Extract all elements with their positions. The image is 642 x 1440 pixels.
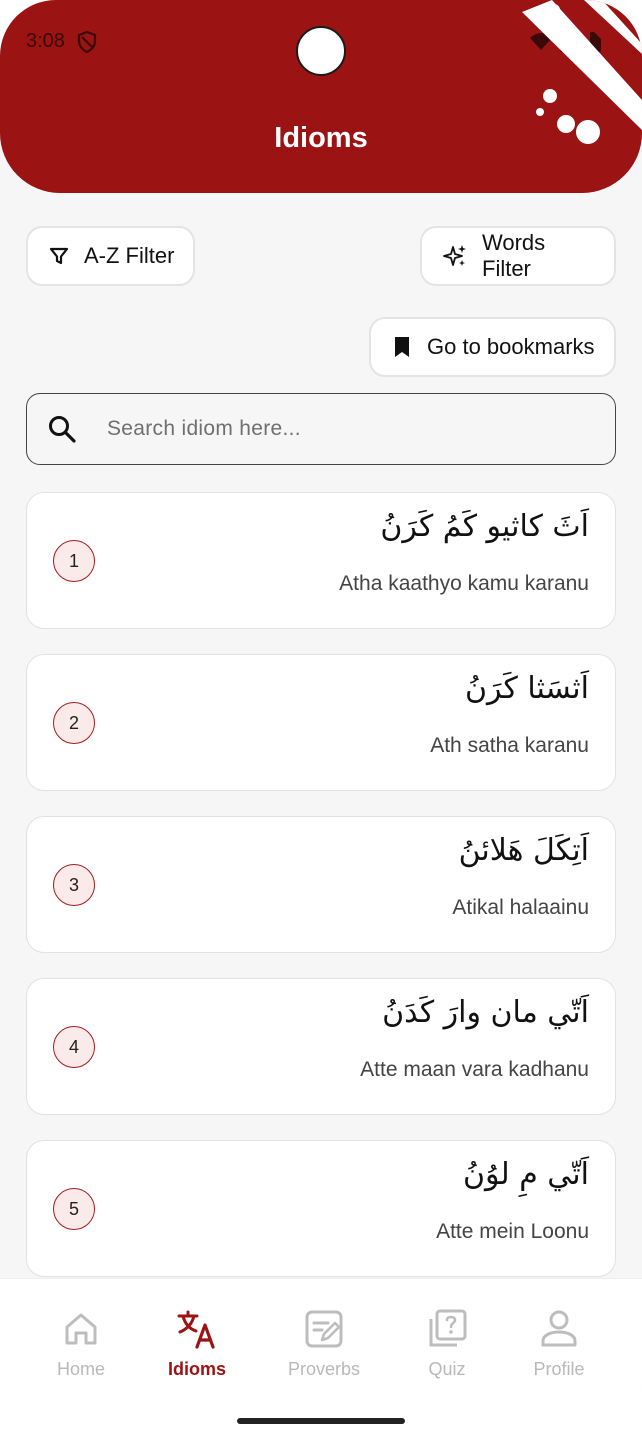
shield-icon: [77, 30, 97, 54]
az-filter-button[interactable]: A-Z Filter: [26, 226, 195, 286]
app-header: 3:08 Idioms: [0, 0, 642, 193]
nav-item-idioms[interactable]: Idioms: [142, 1307, 252, 1380]
nav-item-proverbs[interactable]: Proverbs: [269, 1307, 379, 1380]
nav-label-quiz: Quiz: [428, 1359, 466, 1379]
idiom-arabic-text: اَتِكَلَ هَلائنُ: [458, 833, 589, 868]
words-filter-label: Words Filter: [482, 230, 546, 281]
idiom-arabic-text: اَتّي مان وارَ كَدَنُ: [382, 995, 589, 1030]
nav-label-proverbs: Proverbs: [287, 1359, 361, 1379]
search-box[interactable]: [26, 393, 616, 465]
idiom-card[interactable]: 5 اَتّي مِ لوُنُ Atte mein Loonu: [26, 1140, 616, 1277]
words-filter-button[interactable]: Words Filter: [420, 226, 616, 286]
nav-label-home: Home: [56, 1359, 105, 1379]
nav-item-home[interactable]: Home: [26, 1307, 136, 1380]
status-time: 3:08: [26, 30, 65, 52]
idiom-roman-text: Ath satha karanu: [430, 734, 589, 757]
idiom-card[interactable]: 3 اَتِكَلَ هَلائنُ Atikal halaainu: [26, 816, 616, 953]
idiom-roman-text: Atikal halaainu: [452, 896, 589, 919]
idiom-number-badge: 3: [53, 864, 95, 906]
search-input[interactable]: [107, 417, 567, 441]
home-icon: [65, 1313, 97, 1345]
page-title: Idioms: [274, 122, 368, 154]
filter-icon: [49, 247, 69, 265]
idiom-arabic-text: اَثسَثا كَرَنُ: [464, 671, 589, 706]
idiom-card[interactable]: 4 اَتّي مان وارَ كَدَنُ Atte maan vara k…: [26, 978, 616, 1115]
idiom-roman-text: Atha kaathyo kamu karanu: [339, 572, 589, 595]
nav-label-profile: Profile: [533, 1359, 585, 1379]
quiz-icon: [429, 1309, 467, 1347]
idiom-arabic-text: اَتّي مِ لوُنُ: [462, 1157, 589, 1192]
idiom-roman-text: Atte maan vara kadhanu: [360, 1058, 589, 1081]
idiom-card[interactable]: 2 اَثسَثا كَرَنُ Ath satha karanu: [26, 654, 616, 791]
idiom-arabic-text: اَثَ كاثيو كَمُ كَرَنُ: [380, 509, 589, 544]
bookmark-icon: [395, 337, 409, 357]
idiom-roman-text: Atte mein Loonu: [436, 1220, 589, 1243]
sparkle-icon: [443, 245, 466, 266]
edit-note-icon: [305, 1310, 343, 1348]
go-to-bookmarks-button[interactable]: Go to bookmarks: [369, 317, 616, 377]
idiom-number-badge: 2: [53, 702, 95, 744]
bookmarks-label: Go to bookmarks: [427, 334, 595, 359]
bottom-navigation: Home Idioms Proverbs Quiz Profile: [0, 1278, 642, 1440]
phone-screen: 3:08 Idioms A-Z Filter Words Filter Go t…: [0, 0, 642, 1440]
idiom-number-badge: 1: [53, 540, 95, 582]
gesture-bar[interactable]: [237, 1418, 405, 1424]
search-icon: [49, 416, 76, 443]
idiom-number-badge: 4: [53, 1026, 95, 1068]
nav-item-profile[interactable]: Profile: [504, 1307, 614, 1380]
idiom-number-badge: 5: [53, 1188, 95, 1230]
translate-icon: [177, 1310, 215, 1349]
camera-cutout: [296, 26, 346, 76]
idiom-card[interactable]: 1 اَثَ كاثيو كَمُ كَرَنُ Atha kaathyo ka…: [26, 492, 616, 629]
az-filter-label: A-Z Filter: [84, 243, 175, 268]
nav-label-idioms: Idioms: [167, 1359, 226, 1379]
person-icon: [541, 1310, 577, 1347]
nav-item-quiz[interactable]: Quiz: [392, 1307, 502, 1380]
